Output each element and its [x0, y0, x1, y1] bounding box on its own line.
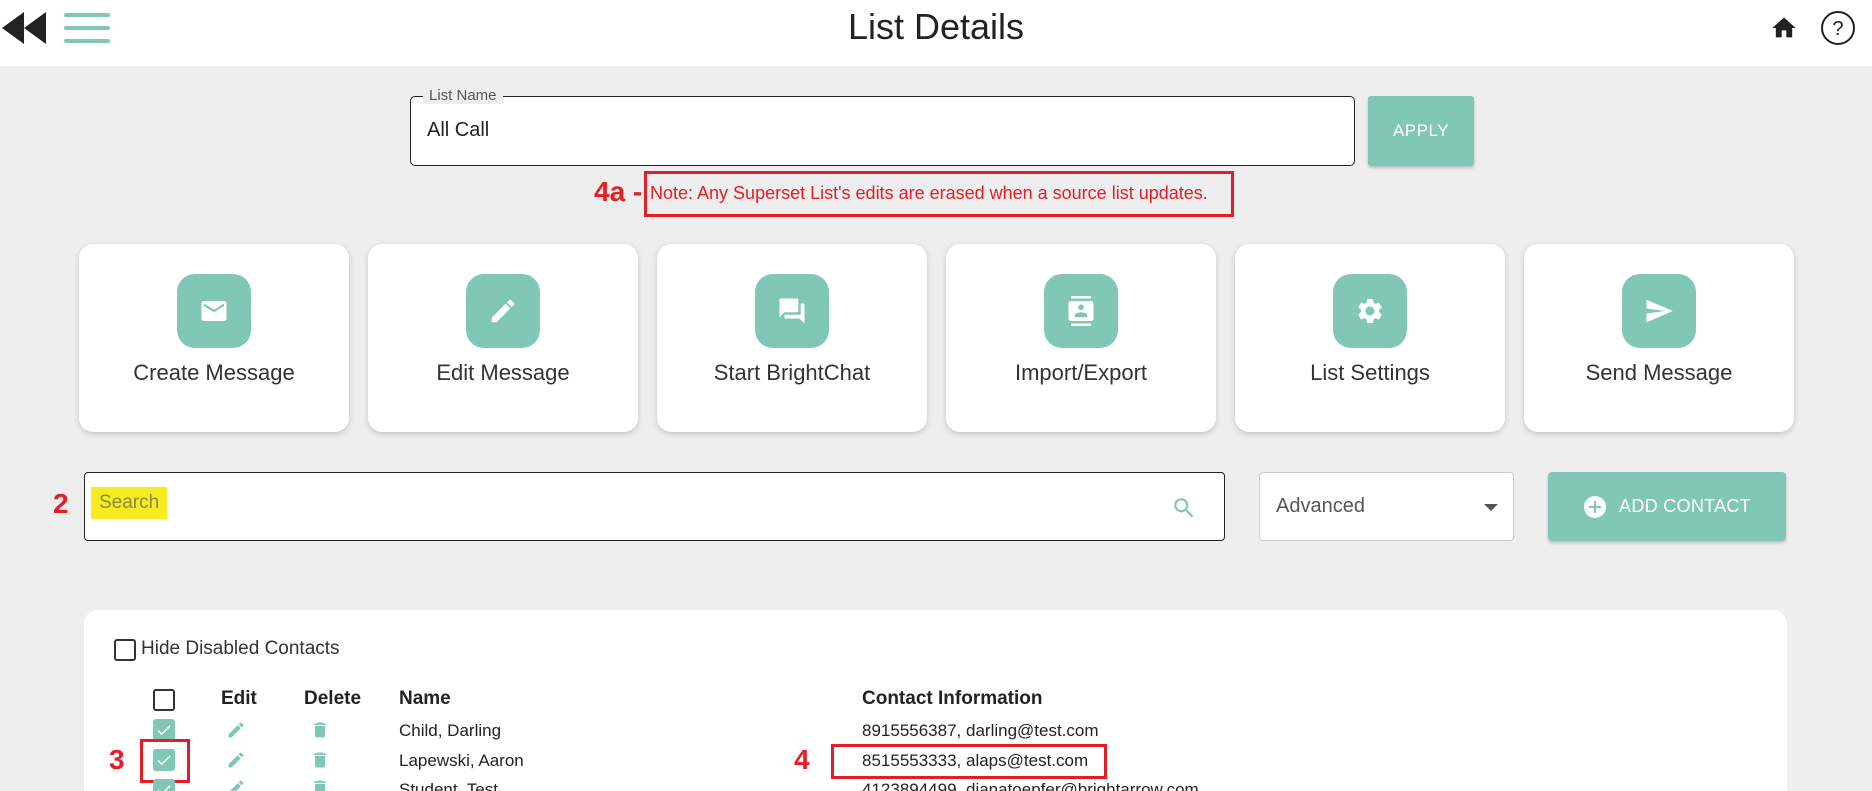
header-delete: Delete — [304, 688, 362, 709]
edit-message-card[interactable]: Edit Message — [368, 244, 638, 432]
pencil-icon — [466, 274, 540, 348]
row-checkbox[interactable] — [153, 779, 175, 791]
trash-icon[interactable] — [310, 720, 330, 740]
contact-name: Student, Test — [399, 780, 498, 791]
list-settings-label: List Settings — [1310, 360, 1430, 385]
search-icon[interactable] — [1171, 495, 1197, 521]
advanced-select[interactable]: Advanced — [1259, 472, 1514, 541]
create-message-card[interactable]: Create Message — [79, 244, 349, 432]
annotation-4a: 4a - — [594, 176, 643, 207]
edit-pencil-icon[interactable] — [226, 750, 246, 770]
home-icon[interactable] — [1770, 14, 1798, 42]
row-checkbox[interactable] — [153, 749, 175, 771]
edit-pencil-icon[interactable] — [226, 778, 246, 791]
create-message-label: Create Message — [133, 360, 295, 385]
gear-icon — [1333, 274, 1407, 348]
checkmark-icon — [157, 725, 171, 736]
trash-icon[interactable] — [310, 750, 330, 770]
import-export-card[interactable]: Import/Export — [946, 244, 1216, 432]
advanced-label: Advanced — [1276, 495, 1365, 517]
annotation-4: 4 — [794, 744, 810, 775]
chevron-down-icon — [1484, 504, 1498, 511]
contact-name: Lapewski, Aaron — [399, 751, 524, 770]
send-message-label: Send Message — [1585, 360, 1733, 385]
start-brightchat-card[interactable]: Start BrightChat — [657, 244, 927, 432]
search-placeholder: Search — [91, 487, 168, 519]
envelope-icon — [177, 274, 251, 348]
top-bar: List Details ? — [0, 0, 1872, 66]
list-name-field[interactable]: List Name — [410, 87, 1355, 166]
checkmark-icon — [157, 785, 171, 791]
svg-text:?: ? — [1832, 18, 1843, 40]
page-title: List Details — [847, 6, 1025, 47]
add-contact-button[interactable]: ADD CONTACT — [1548, 472, 1786, 541]
header-contact-information: Contact Information — [862, 688, 1043, 709]
annotation-2: 2 — [53, 488, 69, 519]
hide-disabled-label: Hide Disabled Contacts — [141, 638, 340, 659]
contact-info: 4123894499, dianatoepfer@brightarrow.com — [862, 780, 1199, 791]
edit-message-label: Edit Message — [436, 360, 570, 385]
contact-card-icon — [1044, 274, 1118, 348]
select-all-checkbox[interactable] — [153, 689, 175, 711]
contact-info: 8915556387, darling@test.com — [862, 721, 1099, 740]
list-name-input[interactable] — [427, 119, 1327, 142]
contact-name: Child, Darling — [399, 721, 502, 740]
header-name: Name — [399, 688, 451, 709]
add-circle-icon — [1584, 495, 1607, 518]
send-message-card[interactable]: Send Message — [1524, 244, 1794, 432]
import-export-label: Import/Export — [1014, 360, 1148, 385]
row-checkbox[interactable] — [153, 719, 175, 741]
superset-note: Note: Any Superset List's edits are eras… — [650, 183, 1208, 203]
start-brightchat-label: Start BrightChat — [713, 360, 871, 385]
header-edit: Edit — [221, 688, 257, 709]
checkmark-icon — [157, 755, 171, 766]
annotation-3: 3 — [109, 744, 125, 775]
search-input[interactable]: Search — [84, 472, 1225, 541]
trash-icon[interactable] — [310, 778, 330, 791]
hide-disabled-checkbox[interactable] — [114, 639, 136, 661]
list-settings-card[interactable]: List Settings — [1235, 244, 1505, 432]
list-name-legend: List Name — [423, 87, 503, 104]
contact-info: 8515553333, alaps@test.com — [862, 751, 1089, 770]
help-icon[interactable]: ? — [1820, 10, 1856, 46]
apply-button[interactable]: APPLY — [1368, 96, 1474, 166]
add-contact-label: ADD CONTACT — [1619, 496, 1751, 516]
edit-pencil-icon[interactable] — [226, 720, 246, 740]
send-icon — [1622, 274, 1696, 348]
chat-icon — [755, 274, 829, 348]
